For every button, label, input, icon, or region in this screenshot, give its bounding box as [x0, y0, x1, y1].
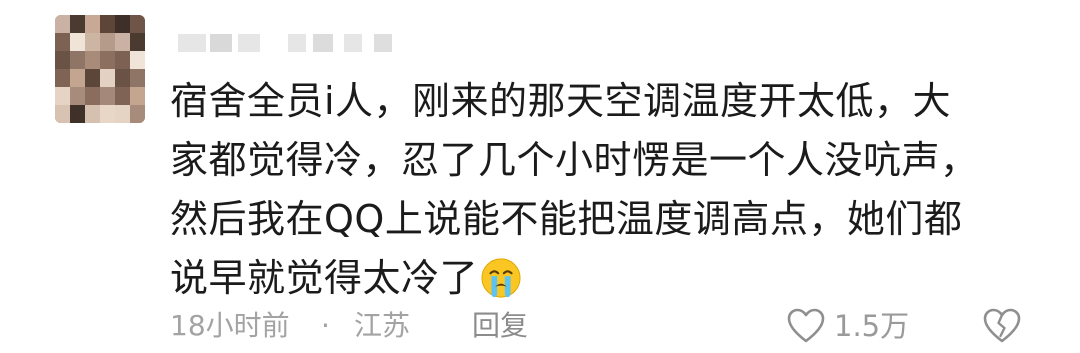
avatar-pixel: [115, 87, 130, 105]
crying-face-emoji-icon: [481, 258, 521, 298]
avatar-pixel: [70, 69, 85, 87]
avatar-pixel: [55, 69, 70, 87]
like-button[interactable]: 1.5万: [786, 306, 909, 346]
avatar-pixel: [85, 105, 100, 123]
avatar-pixel: [70, 51, 85, 69]
avatar-pixel: [130, 33, 145, 51]
dislike-button[interactable]: [982, 306, 1022, 346]
reply-button[interactable]: 回复: [472, 306, 528, 346]
avatar-pixel: [100, 15, 115, 33]
avatar-pixel: [130, 87, 145, 105]
avatar-pixel: [130, 105, 145, 123]
location: 江苏: [354, 309, 411, 342]
avatar-pixel: [70, 15, 85, 33]
avatar-pixel: [85, 15, 100, 33]
comment-text: 宿舍全员i人，刚来的那天空调温度开太低，大 家都觉得冷，忍了几个小时愣是一个人没…: [170, 72, 1030, 308]
avatar-pixel: [55, 15, 70, 33]
avatar[interactable]: [55, 15, 145, 123]
avatar-pixel: [115, 69, 130, 87]
avatar-pixel: [55, 105, 70, 123]
avatar-pixel: [55, 87, 70, 105]
comment-line: 说早就觉得太冷了: [170, 256, 479, 300]
avatar-pixel: [100, 87, 115, 105]
avatar-pixel: [115, 51, 130, 69]
avatar-pixel: [115, 105, 130, 123]
timestamp: 18小时前: [170, 309, 290, 342]
avatar-pixel: [55, 51, 70, 69]
comment-line: 然后我在QQ上说能不能把温度调高点，她们都: [170, 197, 963, 241]
like-count: 1.5万: [834, 309, 910, 343]
comment-line: 宿舍全员i人，刚来的那天空调温度开太低，大: [170, 79, 952, 123]
meta-separator: ·: [321, 309, 330, 342]
avatar-pixel: [85, 87, 100, 105]
avatar-pixel: [70, 105, 85, 123]
avatar-pixel: [130, 15, 145, 33]
avatar-pixel: [100, 105, 115, 123]
avatar-pixel: [85, 51, 100, 69]
avatar-pixel: [85, 69, 100, 87]
heart-outline-icon: [787, 308, 825, 343]
username-blurred[interactable]: [178, 34, 418, 52]
avatar-pixel: [130, 69, 145, 87]
avatar-pixel: [85, 33, 100, 51]
avatar-pixel: [115, 33, 130, 51]
avatar-pixel: [55, 33, 70, 51]
broken-heart-outline-icon: [983, 308, 1021, 343]
comment-meta: 18小时前 · 江苏 回复 1.5万: [170, 306, 1050, 346]
comment-line: 家都觉得冷，忍了几个小时愣是一个人没吭声，: [170, 138, 979, 182]
avatar-pixel: [70, 87, 85, 105]
avatar-pixel: [100, 33, 115, 51]
avatar-pixel: [70, 33, 85, 51]
avatar-pixel: [100, 51, 115, 69]
avatar-pixel: [100, 69, 115, 87]
avatar-pixel: [130, 51, 145, 69]
avatar-pixel: [115, 15, 130, 33]
comment-line-last: 说早就觉得太冷了: [170, 249, 1030, 308]
